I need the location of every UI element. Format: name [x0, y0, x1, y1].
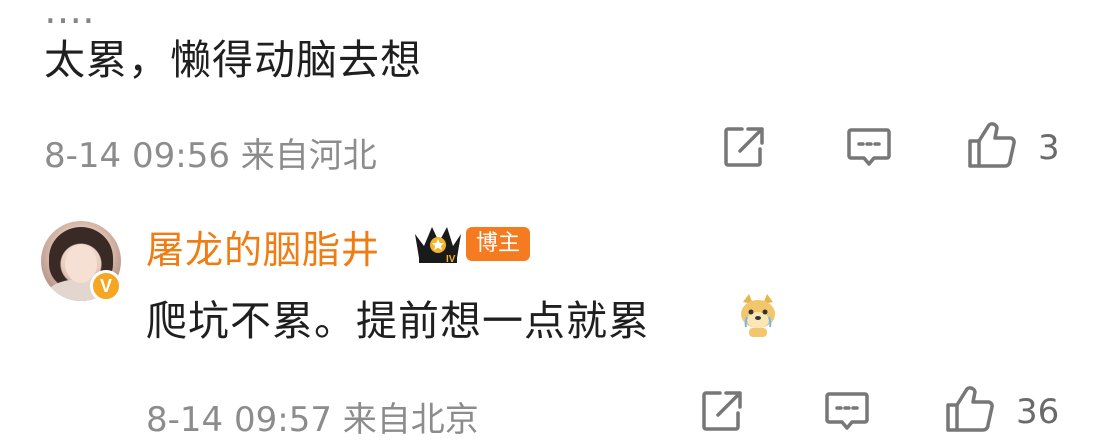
reply-location: 来自北京 — [342, 400, 479, 440]
like-icon[interactable] — [966, 121, 1018, 169]
reply-text: 爬坑不累。提前想一点就累 — [146, 297, 650, 345]
doge-emoji-icon — [741, 294, 775, 337]
share-icon[interactable] — [722, 125, 766, 169]
verified-icon: V — [90, 270, 122, 302]
comment-meta: 8-14 09:56 来自河北 — [44, 128, 377, 177]
comment-thread: ‥‥ 太累，懒得动脑去想 8-14 09:56 来自河北 3 V 屠龙的胭脂井 … — [0, 0, 1100, 440]
like-count: 3 — [1038, 128, 1060, 168]
blogger-badge: 博主 — [466, 227, 531, 261]
comment-icon[interactable] — [846, 127, 892, 169]
like-icon[interactable] — [944, 385, 996, 433]
reply-time: 8-14 09:57 — [146, 400, 332, 440]
vip-crown-icon: IV — [415, 227, 461, 265]
username[interactable]: 屠龙的胭脂井 — [146, 219, 380, 274]
like-count: 36 — [1016, 392, 1060, 432]
reply-meta: 8-14 09:57 来自北京 — [146, 392, 479, 440]
comment-location: 来自河北 — [240, 136, 377, 176]
svg-text:IV: IV — [446, 254, 456, 265]
comment-icon[interactable] — [824, 391, 870, 433]
comment-time: 8-14 09:56 — [44, 136, 230, 176]
share-icon[interactable] — [700, 389, 744, 433]
comment-text: 太累，懒得动脑去想 — [44, 36, 422, 84]
